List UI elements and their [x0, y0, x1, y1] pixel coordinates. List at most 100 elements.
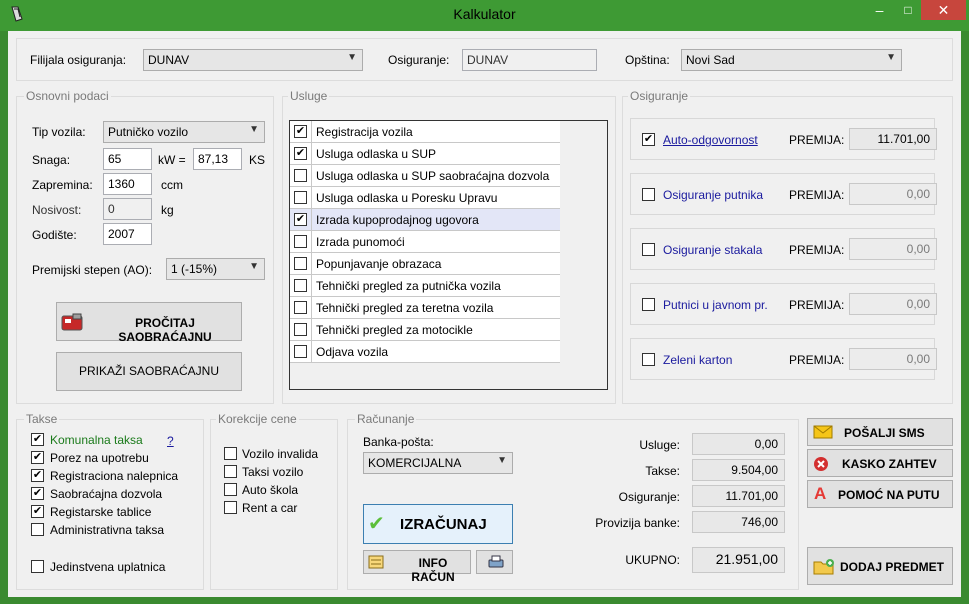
- insurance-checkbox[interactable]: [642, 243, 655, 256]
- insurance-checkbox[interactable]: ✔: [642, 133, 655, 146]
- usluga-label: Usluga odlaska u SUP: [316, 147, 437, 161]
- korekcija-checkbox[interactable]: [224, 483, 237, 496]
- usluga-checkbox[interactable]: [294, 191, 307, 204]
- usluga-label: Usluga odlaska u Poresku Upravu: [316, 191, 498, 205]
- usluga-checkbox-cell: [290, 253, 312, 274]
- insurance-item: Putnici u javnom pr. PREMIJA: 0,00: [630, 283, 937, 325]
- snaga-input[interactable]: 65: [103, 148, 152, 170]
- insurance-checkbox[interactable]: [642, 353, 655, 366]
- usluga-row[interactable]: Tehnički pregled za putnička vozila: [290, 275, 560, 297]
- korekcija-label: Vozilo invalida: [242, 447, 319, 461]
- provizija-label: Provizija banke:: [595, 516, 680, 530]
- godiste-label: Godište:: [32, 228, 77, 242]
- takse-label: Komunalna taksa: [50, 433, 143, 447]
- godiste-input[interactable]: 2007: [103, 223, 152, 245]
- folder-add-icon: [813, 558, 835, 576]
- pomoc-na-putu-button[interactable]: A POMOĆ NA PUTU: [807, 480, 953, 508]
- usluga-checkbox[interactable]: [294, 345, 307, 358]
- korekcija-checkbox[interactable]: [224, 501, 237, 514]
- usluge-rows: ✔ Registracija vozila ✔ Usluga odlaska u SU…: [290, 121, 560, 365]
- zapremina-input[interactable]: 1360: [103, 173, 152, 195]
- korekcija-checkbox[interactable]: [224, 465, 237, 478]
- posalji-sms-button[interactable]: POŠALJI SMS: [807, 418, 953, 446]
- premija-value: 11.701,00: [849, 128, 937, 150]
- dodaj-predmet-button[interactable]: DODAJ PREDMET: [807, 547, 953, 585]
- takse-checkbox[interactable]: ✔: [31, 487, 44, 500]
- filijala-label: Filijala osiguranja:: [30, 53, 127, 67]
- premija-label: PREMIJA:: [789, 298, 845, 312]
- usluga-row[interactable]: Usluga odlaska u SUP saobraćajna dozvola: [290, 165, 560, 187]
- print-button[interactable]: [476, 550, 513, 574]
- izracunaj-button[interactable]: ✔ IZRAČUNAJ: [363, 504, 513, 544]
- procitaj-label: PROČITAJ SAOBRAĆAJNU: [118, 316, 212, 344]
- insurance-label[interactable]: Auto-odgovornost: [663, 133, 758, 147]
- prikazi-saobracajnu-button[interactable]: PRIKAŽI SAOBRAĆAJNU: [56, 352, 242, 391]
- takse-help-link[interactable]: ?: [167, 434, 174, 448]
- premija-label: PREMIJA:: [789, 353, 845, 367]
- usluga-checkbox[interactable]: [294, 235, 307, 248]
- usluga-row[interactable]: Tehnički pregled za teretna vozila: [290, 297, 560, 319]
- filijala-select[interactable]: DUNAV ▼: [143, 49, 363, 71]
- insurance-checkbox[interactable]: [642, 298, 655, 311]
- insurance-checkbox[interactable]: [642, 188, 655, 201]
- kasko-zahtev-button[interactable]: KASKO ZAHTEV: [807, 449, 953, 477]
- banka-select[interactable]: KOMERCIJALNA ▼: [363, 452, 513, 474]
- takse-checkbox[interactable]: ✔: [31, 433, 44, 446]
- usluga-checkbox[interactable]: ✔: [294, 147, 307, 160]
- provizija-value: 746,00: [692, 511, 785, 533]
- roadside-a-icon: A: [814, 484, 827, 503]
- usluga-checkbox[interactable]: ✔: [294, 213, 307, 226]
- usluga-checkbox[interactable]: ✔: [294, 125, 307, 138]
- insurance-label[interactable]: Osiguranje putnika: [663, 188, 763, 202]
- osiguranje-field[interactable]: DUNAV: [462, 49, 597, 71]
- takse-total-label: Takse:: [645, 464, 680, 478]
- tip-vozila-select[interactable]: Putničko vozilo ▼: [103, 121, 265, 143]
- premija-value: 0,00: [849, 293, 937, 315]
- takse-checkbox[interactable]: ✔: [31, 451, 44, 464]
- maximize-button[interactable]: □: [895, 0, 921, 20]
- insurance-label[interactable]: Putnici u javnom pr.: [663, 298, 768, 312]
- korekcija-checkbox[interactable]: [224, 447, 237, 460]
- close-button[interactable]: ✕: [921, 0, 966, 20]
- korekcija-label: Auto škola: [242, 483, 299, 497]
- ccm-label: ccm: [161, 178, 183, 192]
- insurance-label[interactable]: Osiguranje stakala: [663, 243, 762, 257]
- nosivost-input[interactable]: 0: [103, 198, 152, 220]
- ks-input[interactable]: 87,13: [193, 148, 242, 170]
- chevron-down-icon: ▼: [886, 52, 896, 63]
- insurance-label[interactable]: Zeleni karton: [663, 353, 732, 367]
- jedinstvena-checkbox[interactable]: [31, 560, 44, 573]
- filijala-value: DUNAV: [148, 53, 190, 67]
- usluga-checkbox-cell: [290, 187, 312, 208]
- usluga-row[interactable]: ✔ Usluga odlaska u SUP: [290, 143, 560, 165]
- info-racun-button[interactable]: INFO RAČUN: [363, 550, 471, 584]
- usluga-row[interactable]: Odjava vozila: [290, 341, 560, 363]
- premija-label: PREMIJA:: [789, 188, 845, 202]
- procitaj-saobracajnu-button[interactable]: PROČITAJ SAOBRAĆAJNU: [56, 302, 242, 344]
- usluga-checkbox[interactable]: [294, 257, 307, 270]
- zapremina-label: Zapremina:: [32, 178, 93, 192]
- takse-checkbox[interactable]: ✔: [31, 505, 44, 518]
- takse-checkbox[interactable]: [31, 523, 44, 536]
- opstina-select[interactable]: Novi Sad ▼: [681, 49, 902, 71]
- usluga-checkbox[interactable]: [294, 169, 307, 182]
- usluga-row[interactable]: Usluga odlaska u Poresku Upravu: [290, 187, 560, 209]
- usluga-checkbox-cell: [290, 275, 312, 296]
- usluga-row[interactable]: Popunjavanje obrazaca: [290, 253, 560, 275]
- takse-checkbox[interactable]: ✔: [31, 469, 44, 482]
- usluga-row[interactable]: ✔ Registracija vozila: [290, 121, 560, 143]
- takse-label: Registarske tablice: [50, 505, 152, 519]
- usluga-row[interactable]: ✔ Izrada kupoprodajnog ugovora: [290, 209, 560, 231]
- premijski-select[interactable]: 1 (-15%) ▼: [166, 258, 265, 280]
- usluga-checkbox-cell: [290, 319, 312, 340]
- ukupno-label: UKUPNO:: [625, 553, 680, 567]
- usluga-row[interactable]: Tehnički pregled za motocikle: [290, 319, 560, 341]
- usluga-checkbox[interactable]: [294, 323, 307, 336]
- minimize-button[interactable]: –: [866, 0, 893, 20]
- usluga-checkbox[interactable]: [294, 279, 307, 292]
- usluga-row[interactable]: Izrada punomoći: [290, 231, 560, 253]
- usluga-checkbox[interactable]: [294, 301, 307, 314]
- kw-label: kW =: [158, 153, 186, 167]
- tip-value: Putničko vozilo: [108, 125, 189, 139]
- osiguranje-label: Osiguranje:: [388, 53, 450, 67]
